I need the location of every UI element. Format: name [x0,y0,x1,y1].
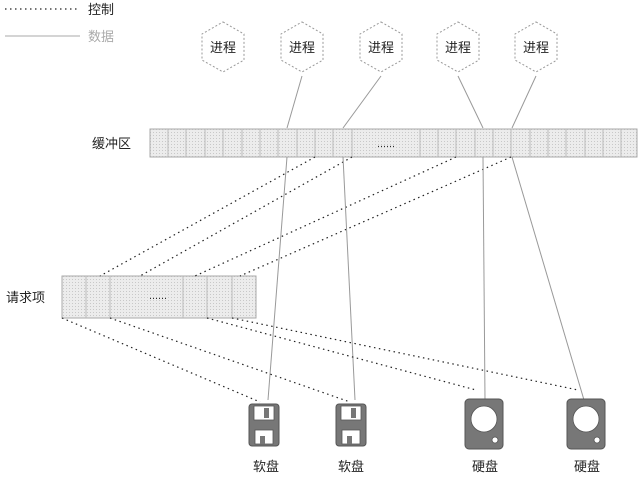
device-hdd-2: 硬盘 [566,398,606,475]
buffer-to-device-lines [267,156,585,401]
request-ellipsis: …… [149,292,167,302]
buffer-label: 缓冲区 [92,137,131,152]
process-label: 进程 [523,41,549,56]
process-row: 进程 进程 进程 进程 进程 [201,21,558,73]
request-to-device-control-lines [61,317,579,403]
legend-control-label: 控制 [88,3,114,18]
process-to-buffer-lines [286,75,537,129]
device-label: 软盘 [253,459,279,475]
process-node: 进程 [436,21,480,73]
request-bar: …… [61,275,257,319]
device-floppy-2: 软盘 [335,403,367,475]
buffer-to-request-control-lines [99,156,512,277]
buffer-ellipsis: …… [377,140,395,150]
device-label: 硬盘 [472,459,498,475]
device-floppy-1: 软盘 [248,403,280,475]
process-label: 进程 [445,41,471,56]
device-label: 硬盘 [574,459,600,475]
buffer-bar: …… [149,128,638,158]
process-node: 进程 [514,21,558,73]
legend: 控制 数据 [5,3,114,45]
process-label: 进程 [368,41,394,56]
process-label: 进程 [289,41,315,56]
device-hdd-1: 硬盘 [464,398,504,475]
process-node: 进程 [359,21,403,73]
process-node: 进程 [280,21,324,73]
device-label: 软盘 [338,459,364,475]
request-label: 请求项 [6,291,45,306]
process-label: 进程 [210,41,236,56]
process-node: 进程 [201,21,245,73]
diagram-canvas: 控制 数据 进程 进程 进程 进程 进程 缓冲区 …… 请求项 …… 软盘 软盘… [5,3,638,475]
legend-data-label: 数据 [88,30,114,45]
